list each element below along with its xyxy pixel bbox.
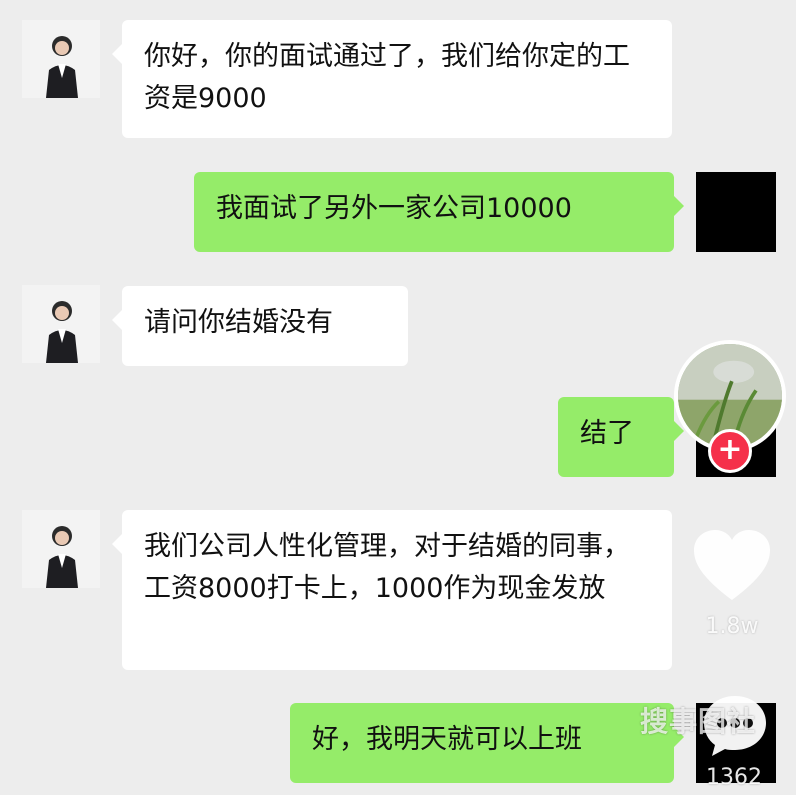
person-avatar-icon bbox=[22, 20, 100, 98]
incoming-message[interactable]: 你好，你的面试通过了，我们给你定的工资是9000 bbox=[112, 20, 672, 138]
comment-count: 1362 bbox=[706, 765, 762, 790]
message-text: 你好，你的面试通过了，我们给你定的工资是9000 bbox=[144, 41, 630, 114]
incoming-message[interactable]: 请问你结婚没有 bbox=[112, 286, 408, 366]
contact-avatar[interactable] bbox=[22, 510, 100, 588]
follow-plus-icon[interactable]: + bbox=[708, 429, 752, 473]
watermark: 搜事图社 bbox=[640, 705, 757, 738]
person-avatar-icon bbox=[22, 510, 100, 588]
contact-avatar[interactable] bbox=[22, 20, 100, 98]
message-text: 我面试了另外一家公司10000 bbox=[216, 193, 572, 224]
contact-avatar[interactable] bbox=[22, 285, 100, 363]
message-text: 我们公司人性化管理，对于结婚的同事，工资8000打卡上，1000作为现金发放 bbox=[144, 531, 630, 604]
message-text: 请问你结婚没有 bbox=[144, 307, 333, 338]
outgoing-message[interactable]: 好，我明天就可以上班 bbox=[290, 703, 684, 783]
my-avatar[interactable] bbox=[696, 172, 776, 252]
outgoing-message[interactable]: 我面试了另外一家公司10000 bbox=[194, 172, 684, 252]
person-avatar-icon bbox=[22, 285, 100, 363]
incoming-message[interactable]: 我们公司人性化管理，对于结婚的同事，工资8000打卡上，1000作为现金发放 bbox=[112, 510, 672, 670]
message-text: 好，我明天就可以上班 bbox=[312, 724, 582, 755]
outgoing-message[interactable]: 结了 bbox=[558, 397, 684, 477]
heart-icon[interactable] bbox=[692, 528, 772, 604]
like-count: 1.8w bbox=[705, 614, 759, 639]
message-text: 结了 bbox=[580, 418, 634, 449]
